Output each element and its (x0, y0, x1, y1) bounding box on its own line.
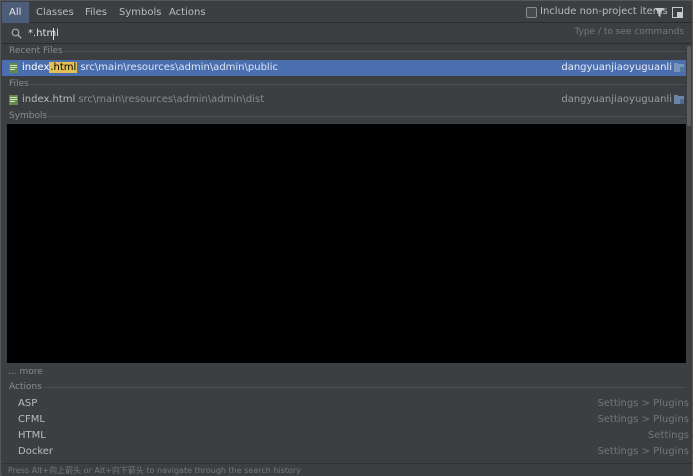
search-input[interactable] (28, 26, 428, 41)
tab-symbols[interactable]: Symbols (112, 2, 168, 23)
text-caret (53, 28, 54, 40)
action-item[interactable]: HTML Settings (2, 428, 692, 444)
more-link[interactable]: ... more (8, 367, 43, 377)
section-divider (60, 51, 684, 52)
file-path: src\main\resources\admin\admin\public (80, 62, 278, 73)
search-row: Type / to see commands (2, 23, 692, 44)
module-name: dangyuanjiaoyuguanli (561, 94, 672, 105)
section-recent-files: Recent Files (2, 45, 692, 58)
list-item[interactable]: index.html src\main\resources\admin\admin… (2, 60, 686, 76)
search-hint: Type / to see commands (574, 27, 684, 37)
tab-actions[interactable]: Actions (162, 2, 213, 23)
section-divider (30, 84, 684, 85)
action-name: ASP (18, 398, 38, 409)
action-item[interactable]: ASP Settings > Plugins (2, 396, 692, 412)
section-divider (48, 116, 684, 117)
module-folder-icon (674, 63, 684, 72)
action-name: CFML (18, 414, 45, 425)
results-scrollbar[interactable] (686, 44, 692, 364)
action-category: Settings > Plugins (597, 414, 689, 425)
action-category: Settings (647, 430, 689, 441)
action-item[interactable]: Docker Settings > Plugins (2, 444, 692, 460)
module-folder-icon (674, 95, 684, 104)
action-category: Settings > Plugins (597, 398, 689, 409)
match-highlight: .html (49, 62, 78, 73)
include-non-project-checkbox[interactable] (526, 7, 537, 18)
tab-classes[interactable]: Classes (29, 2, 81, 23)
section-divider (44, 387, 684, 388)
action-item[interactable]: CFML Settings > Plugins (2, 412, 692, 428)
html-file-icon (9, 63, 18, 73)
scrollbar-thumb[interactable] (687, 46, 691, 126)
status-hint: Press Alt+向上箭头 or Alt+向下箭头 to navigate t… (2, 463, 692, 476)
section-files: Files (2, 78, 692, 91)
section-actions: Actions (2, 381, 692, 394)
file-name: index.html src\main\resources\admin\admin… (22, 94, 265, 105)
tab-all[interactable]: All (2, 2, 29, 23)
filter-icon[interactable] (654, 7, 665, 18)
search-icon (11, 28, 22, 39)
pin-window-icon[interactable] (672, 7, 683, 18)
module-name: dangyuanjiaoyuguanli (561, 62, 672, 73)
include-non-project-label: Include non-project items (540, 6, 668, 17)
action-category: Settings > Plugins (597, 446, 689, 457)
action-name: HTML (18, 430, 46, 441)
tab-bar: All Classes Files Symbols Actions Includ… (2, 2, 692, 23)
list-item[interactable]: index.html src\main\resources\admin\admin… (2, 92, 686, 108)
action-name: Docker (18, 446, 54, 457)
file-path: src\main\resources\admin\admin\dist (78, 94, 265, 105)
section-symbols: Symbols (2, 110, 692, 123)
search-everywhere-popup: All Classes Files Symbols Actions Includ… (0, 0, 693, 476)
symbols-results-area (7, 124, 690, 363)
tab-files[interactable]: Files (78, 2, 114, 23)
html-file-icon (9, 95, 18, 105)
file-name: index.html src\main\resources\admin\admin… (22, 62, 278, 73)
